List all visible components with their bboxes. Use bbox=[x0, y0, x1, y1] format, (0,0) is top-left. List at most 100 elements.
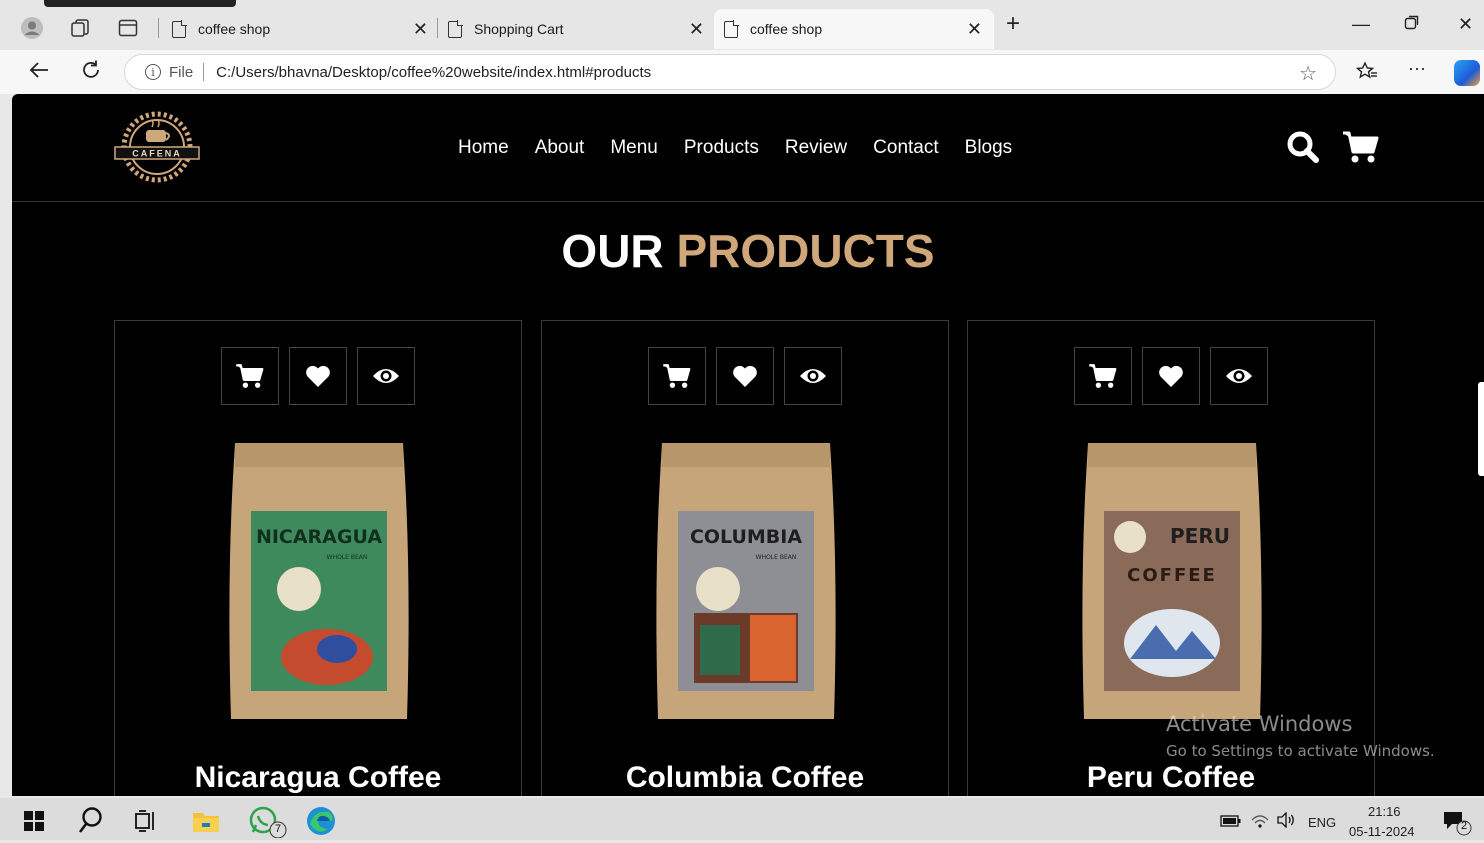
product-image[interactable]: NICARAGUA WHOLE BEAN bbox=[227, 437, 411, 729]
nav-products[interactable]: Products bbox=[684, 137, 759, 159]
bag-label: NICARAGUA bbox=[256, 526, 382, 548]
notification-badge: 2 bbox=[1460, 820, 1468, 832]
web-page: CAFENA Home About Menu Products Review C… bbox=[12, 94, 1484, 796]
screen-overlay-strip bbox=[44, 0, 236, 7]
product-name[interactable]: Peru Coffee bbox=[968, 761, 1374, 795]
cart-icon bbox=[1089, 364, 1117, 388]
back-icon[interactable] bbox=[28, 59, 50, 87]
tab-separator bbox=[158, 18, 159, 38]
main-nav: Home About Menu Products Review Contact … bbox=[458, 137, 1012, 159]
wishlist-button[interactable] bbox=[716, 347, 774, 405]
product-name[interactable]: Columbia Coffee bbox=[542, 761, 948, 795]
product-image[interactable]: COLUMBIA WHOLE BEAN bbox=[654, 437, 838, 729]
windows-taskbar: 7 ENG 21:16 05-11-2024 2 bbox=[0, 798, 1484, 840]
tab-coffee-shop-1[interactable]: coffee shop ✕ bbox=[168, 9, 436, 49]
copilot-icon[interactable] bbox=[1454, 60, 1480, 86]
activation-watermark: Activate Windows Go to Settings to activ… bbox=[1166, 712, 1435, 760]
favorites-icon[interactable] bbox=[1355, 61, 1378, 86]
section-heading: OUR PRODUCTS bbox=[12, 224, 1484, 278]
nav-menu[interactable]: Menu bbox=[610, 137, 658, 159]
add-to-cart-button[interactable] bbox=[648, 347, 706, 405]
close-icon[interactable]: ✕ bbox=[413, 19, 428, 40]
logo-text: CAFENA bbox=[132, 149, 182, 159]
close-window-icon[interactable]: ✕ bbox=[1458, 14, 1473, 35]
clock-time[interactable]: 21:16 bbox=[1368, 804, 1401, 819]
bag-sub: WHOLE BEAN bbox=[756, 554, 797, 561]
minimize-icon[interactable]: — bbox=[1352, 14, 1370, 35]
add-to-cart-button[interactable] bbox=[1074, 347, 1132, 405]
nav-home[interactable]: Home bbox=[458, 137, 509, 159]
eye-icon bbox=[1226, 369, 1252, 383]
tab-coffee-shop-active[interactable]: coffee shop ✕ bbox=[714, 9, 994, 49]
profile-icon[interactable] bbox=[20, 16, 44, 40]
edge-icon[interactable] bbox=[306, 806, 336, 841]
more-icon[interactable]: ··· bbox=[1408, 58, 1426, 79]
browser-titlebar: coffee shop ✕ Shopping Cart ✕ coffee sho… bbox=[0, 0, 1484, 50]
quick-view-button[interactable] bbox=[784, 347, 842, 405]
scrollbar-thumb[interactable] bbox=[1478, 382, 1484, 476]
tab-title: coffee shop bbox=[198, 21, 271, 37]
wifi-icon[interactable] bbox=[1250, 812, 1270, 835]
url-bar[interactable]: i File C:/Users/bhavna/Desktop/coffee%20… bbox=[124, 54, 1336, 90]
nav-blogs[interactable]: Blogs bbox=[965, 137, 1013, 159]
heading-main: OUR bbox=[561, 225, 664, 277]
card-actions bbox=[221, 347, 415, 405]
tab-shopping-cart[interactable]: Shopping Cart ✕ bbox=[444, 9, 712, 49]
address-toolbar: i File C:/Users/bhavna/Desktop/coffee%20… bbox=[0, 50, 1484, 94]
close-icon[interactable]: ✕ bbox=[689, 19, 704, 40]
add-to-cart-button[interactable] bbox=[221, 347, 279, 405]
language-indicator[interactable]: ENG bbox=[1308, 815, 1336, 830]
nav-contact[interactable]: Contact bbox=[873, 137, 938, 159]
tab-title: Shopping Cart bbox=[474, 21, 564, 37]
quick-view-button[interactable] bbox=[357, 347, 415, 405]
search-icon[interactable] bbox=[1286, 130, 1320, 169]
tab-separator bbox=[437, 18, 438, 38]
favorite-star-icon[interactable]: ☆ bbox=[1299, 61, 1317, 86]
page-icon bbox=[448, 20, 463, 38]
whatsapp-badge: 7 bbox=[274, 823, 282, 835]
search-icon[interactable] bbox=[78, 806, 104, 839]
vertical-tabs-icon[interactable] bbox=[116, 16, 140, 40]
info-icon[interactable]: i bbox=[145, 64, 161, 80]
eye-icon bbox=[373, 369, 399, 383]
tab-title: coffee shop bbox=[750, 21, 823, 37]
wishlist-button[interactable] bbox=[1142, 347, 1200, 405]
whatsapp-icon[interactable]: 7 bbox=[248, 806, 290, 843]
heart-icon bbox=[306, 365, 330, 387]
product-image[interactable]: PERU COFFEE bbox=[1080, 437, 1264, 729]
bag-label: PERU bbox=[1170, 524, 1230, 548]
url-text[interactable]: C:/Users/bhavna/Desktop/coffee%20website… bbox=[216, 64, 651, 81]
nav-about[interactable]: About bbox=[535, 137, 585, 159]
restore-icon[interactable] bbox=[1404, 14, 1420, 35]
cart-icon[interactable] bbox=[1342, 130, 1380, 169]
task-view-icon[interactable] bbox=[134, 810, 158, 837]
volume-icon[interactable] bbox=[1276, 811, 1296, 833]
nav-review[interactable]: Review bbox=[785, 137, 847, 159]
close-icon[interactable]: ✕ bbox=[967, 19, 982, 40]
cart-icon bbox=[663, 364, 691, 388]
quick-view-button[interactable] bbox=[1210, 347, 1268, 405]
site-header: CAFENA Home About Menu Products Review C… bbox=[12, 94, 1484, 202]
bag-sub: WHOLE BEAN bbox=[327, 554, 368, 561]
heading-accent: PRODUCTS bbox=[676, 225, 935, 277]
bag-sub: COFFEE bbox=[1127, 565, 1217, 586]
new-tab-icon[interactable]: + bbox=[1006, 10, 1020, 38]
card-actions bbox=[1074, 347, 1268, 405]
workspaces-icon[interactable] bbox=[68, 16, 92, 40]
card-actions bbox=[648, 347, 842, 405]
notification-icon[interactable]: 2 bbox=[1442, 810, 1472, 841]
page-icon bbox=[724, 20, 739, 38]
clock-date[interactable]: 05-11-2024 bbox=[1349, 824, 1415, 839]
url-separator bbox=[203, 63, 205, 81]
watermark-subtitle: Go to Settings to activate Windows. bbox=[1166, 742, 1435, 760]
wishlist-button[interactable] bbox=[289, 347, 347, 405]
eye-icon bbox=[800, 369, 826, 383]
url-scheme-label: File bbox=[169, 63, 194, 81]
file-explorer-icon[interactable] bbox=[192, 809, 220, 838]
product-name[interactable]: Nicaragua Coffee bbox=[115, 761, 521, 795]
refresh-icon[interactable] bbox=[80, 59, 102, 87]
page-icon bbox=[172, 20, 187, 38]
windows-start-icon[interactable] bbox=[24, 811, 44, 836]
battery-icon[interactable] bbox=[1220, 814, 1242, 833]
cafena-logo[interactable]: CAFENA bbox=[112, 110, 202, 184]
